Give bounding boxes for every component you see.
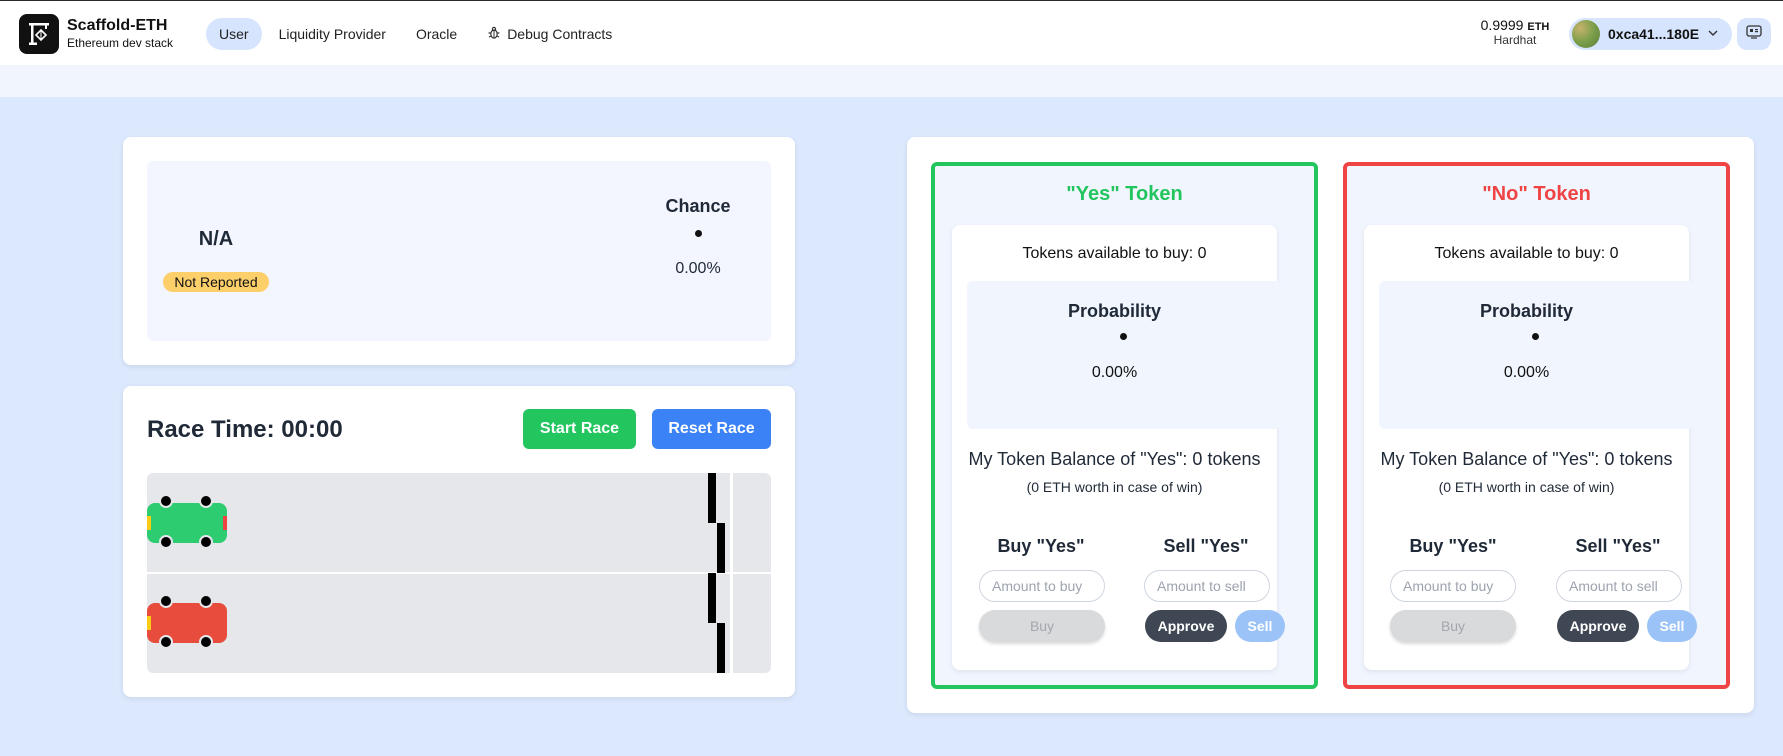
nav-item-user[interactable]: User bbox=[206, 18, 262, 50]
no-token-title: "No" Token bbox=[1482, 183, 1591, 205]
car-headlight bbox=[147, 516, 151, 530]
avatar bbox=[1572, 20, 1600, 48]
race-car-green bbox=[147, 494, 227, 549]
car-wheel bbox=[199, 635, 213, 649]
car-wheel bbox=[159, 494, 173, 508]
no-probability-value: 0.00% bbox=[1503, 364, 1550, 381]
nav-label: Liquidity Provider bbox=[278, 26, 386, 42]
account-dropdown[interactable]: 0xca41...180E bbox=[1569, 18, 1732, 50]
nav-item-debug-contracts[interactable]: Debug Contracts bbox=[474, 18, 625, 50]
car-taillight bbox=[223, 516, 227, 530]
car-wheel bbox=[199, 494, 213, 508]
scaffold-logo-icon[interactable] bbox=[19, 14, 59, 54]
yes-probability-value: 0.00% bbox=[1091, 364, 1138, 381]
yes-sell-amount-input[interactable] bbox=[1144, 570, 1270, 602]
no-approve-button[interactable]: Approve bbox=[1557, 610, 1639, 642]
car-wheel bbox=[159, 635, 173, 649]
bug-icon bbox=[487, 26, 501, 43]
yes-sell-heading: Sell "Yes" bbox=[1163, 536, 1249, 556]
no-worth-note: (0 ETH worth in case of win) bbox=[1438, 479, 1615, 495]
no-sell-amount-input[interactable] bbox=[1556, 570, 1682, 602]
yes-token-title: "Yes" Token bbox=[1066, 183, 1183, 205]
network-name: Hardhat bbox=[1493, 33, 1537, 47]
balance-unit: ETH bbox=[1527, 21, 1550, 33]
sub-header-strip bbox=[0, 65, 1783, 97]
car-wheel bbox=[159, 535, 173, 549]
chance-value: 0.00% bbox=[675, 260, 721, 277]
chance-indicator-dot bbox=[695, 230, 702, 237]
no-buy-button[interactable]: Buy bbox=[1390, 610, 1516, 642]
finish-line-gap bbox=[730, 473, 733, 673]
yes-probability-dot bbox=[1120, 333, 1127, 340]
car-wheel bbox=[199, 594, 213, 608]
main-nav: User Liquidity Provider Oracle Debug Con… bbox=[206, 18, 625, 50]
no-my-token-balance: My Token Balance of "Yes": 0 tokens bbox=[1380, 449, 1673, 469]
wallet-balance: 0.9999 ETH Hardhat bbox=[1470, 17, 1560, 47]
yes-buy-amount-input[interactable] bbox=[979, 570, 1105, 602]
car-headlight bbox=[147, 616, 151, 630]
no-probability-label: Probability bbox=[1479, 301, 1573, 321]
outcome-value: N/A bbox=[198, 228, 234, 250]
nav-label: User bbox=[219, 26, 249, 42]
top-navbar: Scaffold-ETH Ethereum dev stack User Liq… bbox=[0, 0, 1783, 65]
race-track bbox=[147, 473, 771, 673]
reset-race-button[interactable]: Reset Race bbox=[652, 409, 771, 449]
no-probability-dot bbox=[1532, 333, 1539, 340]
chevron-down-icon bbox=[1707, 26, 1719, 42]
yes-buy-heading: Buy "Yes" bbox=[997, 536, 1085, 556]
race-time-title: Race Time: 00:00 bbox=[147, 416, 343, 443]
finish-line-segment bbox=[717, 623, 725, 673]
finish-line-segment bbox=[708, 473, 716, 523]
no-buy-amount-input[interactable] bbox=[1390, 570, 1516, 602]
nav-item-liquidity-provider[interactable]: Liquidity Provider bbox=[266, 18, 399, 50]
no-buy-heading: Buy "Yes" bbox=[1409, 536, 1497, 556]
nav-label: Debug Contracts bbox=[507, 26, 613, 42]
status-badge: Not Reported bbox=[163, 272, 269, 292]
yes-worth-note: (0 ETH worth in case of win) bbox=[1026, 479, 1203, 495]
car-wheel bbox=[159, 594, 173, 608]
yes-probability-label: Probability bbox=[1067, 301, 1161, 321]
qr-code-button[interactable] bbox=[1737, 18, 1771, 50]
car-wheel bbox=[199, 535, 213, 549]
brand-subtitle: Ethereum dev stack bbox=[67, 36, 174, 50]
balance-value: 0.9999 bbox=[1480, 17, 1524, 33]
outcome-status-panel bbox=[147, 161, 771, 341]
lane-divider bbox=[147, 572, 771, 574]
yes-tokens-available: Tokens available to buy: 0 bbox=[1022, 245, 1207, 262]
yes-sell-button[interactable]: Sell bbox=[1235, 610, 1285, 642]
nav-label: Oracle bbox=[415, 26, 458, 42]
yes-approve-button[interactable]: Approve bbox=[1145, 610, 1227, 642]
yes-buy-button[interactable]: Buy bbox=[979, 610, 1105, 642]
no-sell-button[interactable]: Sell bbox=[1647, 610, 1697, 642]
chance-label: Chance bbox=[665, 196, 731, 216]
brand[interactable]: Scaffold-ETH Ethereum dev stack bbox=[67, 17, 173, 51]
qr-code-icon bbox=[1746, 24, 1762, 44]
finish-line-segment bbox=[717, 523, 725, 573]
yes-my-token-balance: My Token Balance of "Yes": 0 tokens bbox=[968, 449, 1261, 469]
no-tokens-available: Tokens available to buy: 0 bbox=[1434, 245, 1619, 262]
start-race-button[interactable]: Start Race bbox=[523, 409, 636, 449]
finish-line-segment bbox=[708, 573, 716, 623]
outcome-status-card bbox=[123, 137, 795, 365]
no-sell-heading: Sell "Yes" bbox=[1575, 536, 1661, 556]
race-car-red bbox=[147, 594, 227, 649]
nav-item-oracle[interactable]: Oracle bbox=[403, 18, 470, 50]
brand-title: Scaffold-ETH bbox=[67, 17, 168, 34]
account-address: 0xca41...180E bbox=[1608, 26, 1700, 42]
